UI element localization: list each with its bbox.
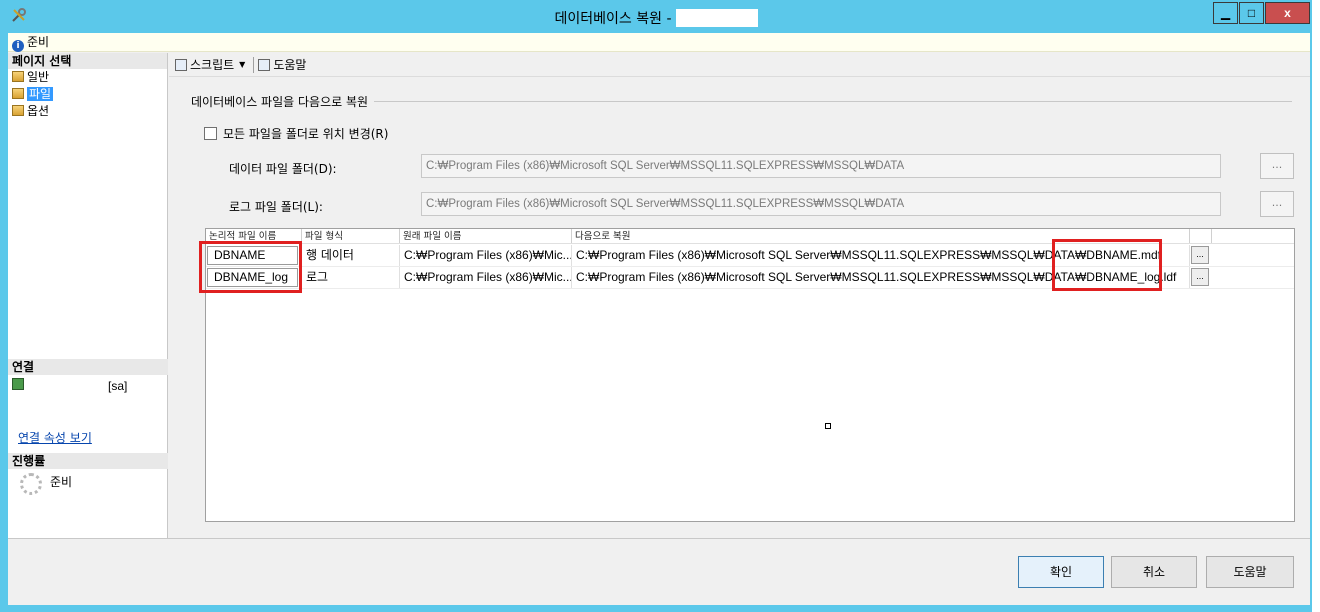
data-folder-input[interactable]: C:₩Program Files (x86)₩Microsoft SQL Ser… [421, 154, 1221, 178]
button-bar: 확인 취소 도움말 [8, 538, 1310, 605]
small-square-marker [825, 423, 831, 429]
column-header-logical-name[interactable]: 논리적 파일 이름 [206, 229, 302, 243]
cell-browse[interactable]: ... [1190, 267, 1212, 288]
page-select-header: 페이지 선택 [8, 53, 167, 69]
connection-section: 연결 [sa] 연결 속성 보기 [8, 359, 168, 445]
page-icon [12, 88, 24, 99]
page-icon [12, 105, 24, 116]
data-folder-browse-button[interactable]: ... [1260, 153, 1294, 179]
script-button[interactable]: 스크립트 ▼ [175, 56, 245, 73]
background-strip [1312, 0, 1320, 612]
column-header-original-file-name[interactable]: 원래 파일 이름 [400, 229, 572, 243]
cell-restore-as[interactable]: C:₩Program Files (x86)₩Microsoft SQL Ser… [572, 245, 1190, 266]
progress-header: 진행률 [8, 453, 168, 469]
cell-file-type: 행 데이터 [302, 245, 400, 266]
log-folder-browse-button[interactable]: ... [1260, 191, 1294, 217]
help-icon [258, 58, 271, 71]
connection-header: 연결 [8, 359, 168, 375]
log-folder-label: 로그 파일 폴더(L): [229, 200, 323, 214]
cell-browse[interactable]: ... [1190, 245, 1212, 266]
cell-logical-name[interactable]: DBNAME [206, 245, 302, 266]
dialog-client-area: i 준비 페이지 선택 일반 파일 옵션 연결 [sa] 연결 속성 보기 진행… [8, 33, 1310, 605]
maximize-button[interactable]: □ [1239, 2, 1264, 24]
page-item-general[interactable]: 일반 [8, 69, 167, 86]
cell-restore-as[interactable]: C:₩Program Files (x86)₩Microsoft SQL Ser… [572, 267, 1190, 288]
row-browse-button[interactable]: ... [1191, 246, 1209, 264]
grid-header: 논리적 파일 이름 파일 형식 원래 파일 이름 다음으로 복원 [206, 229, 1294, 244]
table-row[interactable]: DBNAME 행 데이터 C:₩Program Files (x86)₩Mic.… [206, 245, 1294, 267]
connection-row: [sa] [8, 375, 168, 415]
page-icon [12, 71, 24, 82]
group-title: 데이터베이스 파일을 다음으로 복원 [191, 93, 375, 110]
progress-section: 진행률 준비 [8, 453, 168, 495]
column-header-browse [1190, 229, 1212, 243]
view-connection-properties-link[interactable]: 연결 속성 보기 [18, 429, 92, 446]
log-folder-input[interactable]: C:₩Program Files (x86)₩Microsoft SQL Ser… [421, 192, 1221, 216]
page-item-label: 옵션 [27, 104, 50, 118]
relocate-checkbox-label: 모든 파일을 폴더로 위치 변경(R) [223, 127, 389, 141]
data-folder-label: 데이터 파일 폴더(D): [229, 162, 337, 176]
page-item-options[interactable]: 옵션 [8, 103, 167, 120]
page-item-files[interactable]: 파일 [8, 86, 167, 103]
relocate-all-files-option[interactable]: 모든 파일을 폴더로 위치 변경(R) [204, 125, 388, 142]
logical-name-editor[interactable]: DBNAME_log [207, 268, 298, 287]
toolbar-separator [253, 56, 255, 73]
progress-spinner-icon [20, 473, 42, 495]
cancel-button[interactable]: 취소 [1111, 556, 1197, 588]
ok-button[interactable]: 확인 [1018, 556, 1104, 588]
window-title: 데이터베이스 복원 - [0, 8, 1312, 28]
page-item-label: 파일 [27, 87, 54, 101]
title-redaction [675, 9, 758, 27]
toolbar: 스크립트 ▼ 도움말 [169, 53, 1310, 77]
logical-name-editor[interactable]: DBNAME [207, 246, 298, 265]
cell-file-type: 로그 [302, 267, 400, 288]
cell-original-file-name: C:₩Program Files (x86)₩Mic... [400, 245, 572, 266]
table-row[interactable]: DBNAME_log 로그 C:₩Program Files (x86)₩Mic… [206, 267, 1294, 289]
file-restore-grid[interactable]: 논리적 파일 이름 파일 형식 원래 파일 이름 다음으로 복원 DBNAME … [205, 228, 1295, 522]
help-label: 도움말 [273, 58, 307, 72]
progress-status: 준비 [50, 475, 73, 489]
files-page: 스크립트 ▼ 도움말 데이터베이스 파일을 다음으로 복원 모든 파일을 폴더로… [169, 53, 1310, 538]
cell-original-file-name: C:₩Program Files (x86)₩Mic... [400, 267, 572, 288]
row-browse-button[interactable]: ... [1191, 268, 1209, 286]
restore-database-window: 데이터베이스 복원 - ▁ □ x i 준비 페이지 선택 일반 파일 옵션 연결 [0, 0, 1312, 612]
help-toolbar-button[interactable]: 도움말 [258, 56, 306, 73]
column-header-restore-as[interactable]: 다음으로 복원 [572, 229, 1190, 243]
connection-user: [sa] [108, 379, 128, 393]
dropdown-arrow-icon[interactable]: ▼ [239, 60, 245, 69]
minimize-button[interactable]: ▁ [1213, 2, 1238, 24]
left-pane: 페이지 선택 일반 파일 옵션 연결 [sa] 연결 속성 보기 진행률 준비 [8, 53, 168, 538]
status-text: 준비 [27, 35, 50, 49]
column-header-file-type[interactable]: 파일 형식 [302, 229, 400, 243]
cell-logical-name[interactable]: DBNAME_log [206, 267, 302, 288]
server-connection-icon [12, 378, 24, 390]
page-item-label: 일반 [27, 70, 50, 84]
title-bar[interactable]: 데이터베이스 복원 - ▁ □ x [0, 0, 1312, 33]
relocate-checkbox[interactable] [204, 127, 217, 140]
script-label: 스크립트 [190, 58, 235, 72]
status-bar: i 준비 [8, 33, 1310, 52]
script-icon [175, 58, 187, 71]
help-button[interactable]: 도움말 [1206, 556, 1294, 588]
close-button[interactable]: x [1265, 2, 1310, 24]
info-icon: i [12, 40, 24, 52]
